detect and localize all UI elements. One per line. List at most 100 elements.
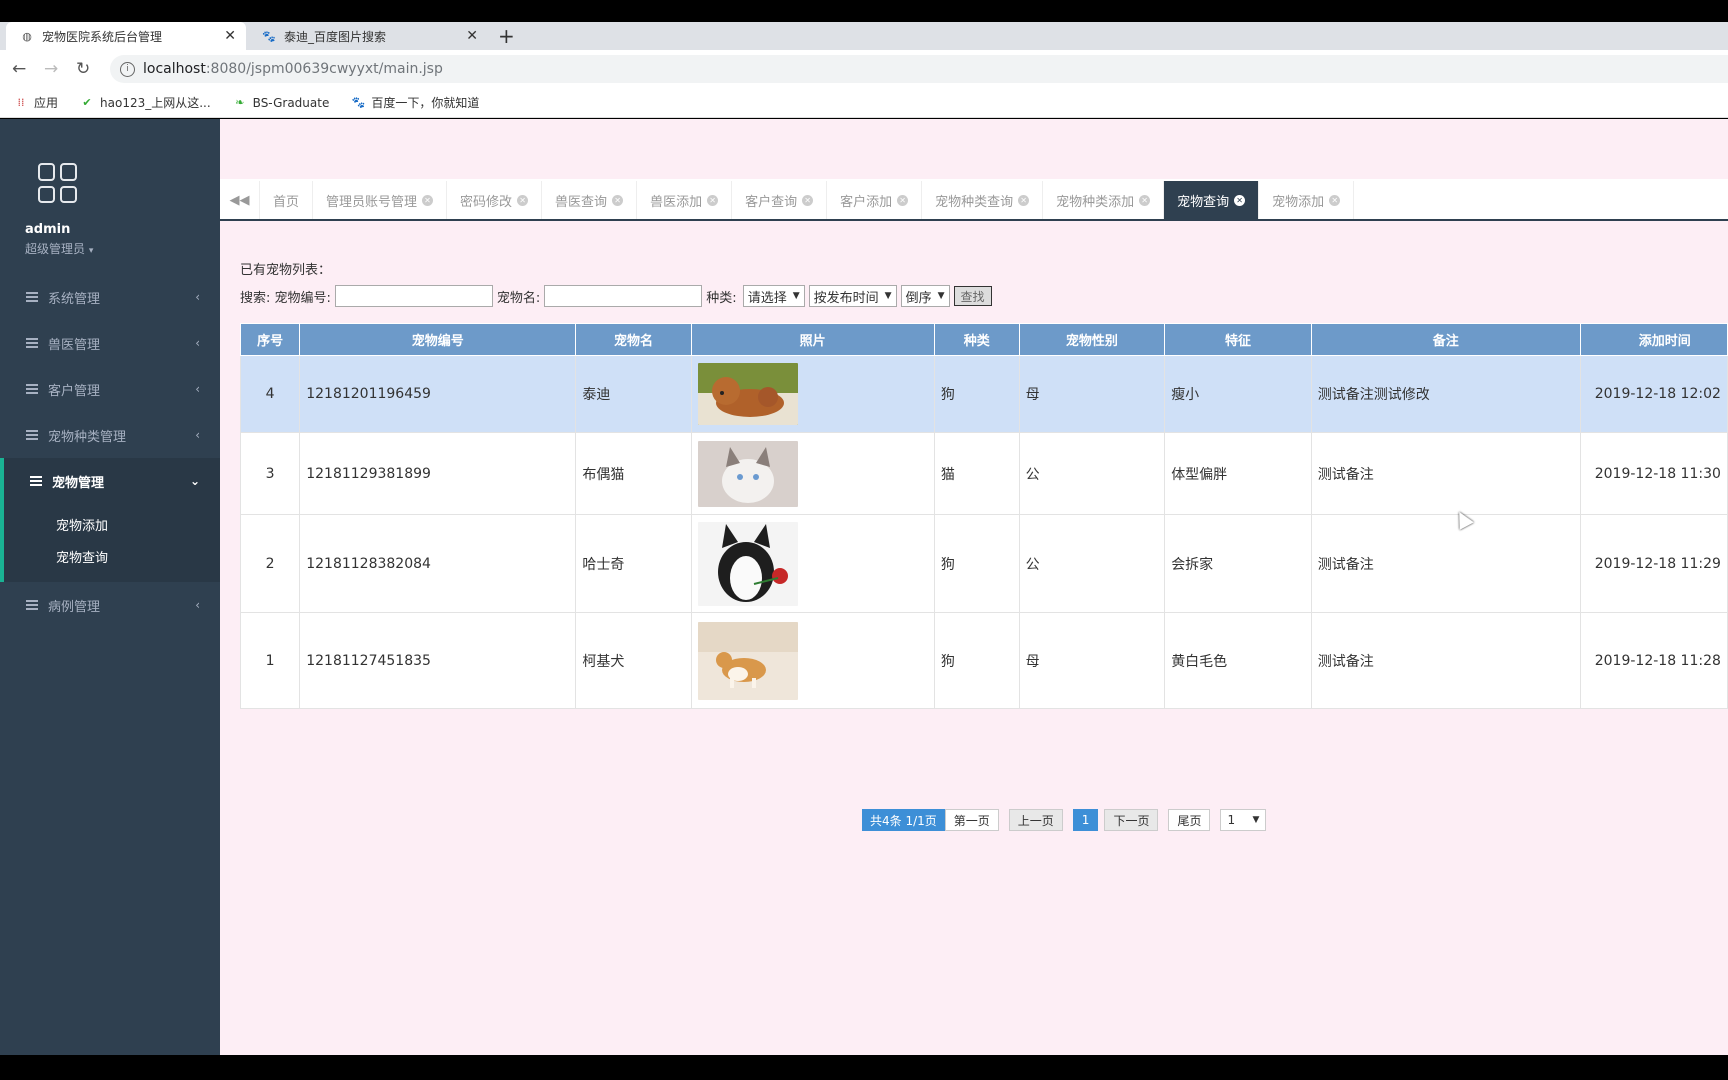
- tab-close-icon[interactable]: ✕: [1329, 194, 1341, 206]
- browser-tab[interactable]: 🐾 泰迪_百度图片搜索 ✕: [248, 22, 488, 50]
- tab-close-icon[interactable]: ✕: [707, 194, 719, 206]
- header-no[interactable]: 序号: [239, 323, 301, 356]
- forward-arrow-icon[interactable]: →: [44, 59, 58, 79]
- cell-time: 2019-12-18 11:28: [1579, 612, 1728, 709]
- tab-password[interactable]: 密码修改 ✕: [447, 181, 543, 219]
- search-button[interactable]: 查找: [953, 286, 992, 306]
- tab-pet-query[interactable]: 宠物查询 ✕: [1164, 181, 1260, 219]
- header-note[interactable]: 备注: [1310, 323, 1581, 356]
- type-select[interactable]: 请选择 ▼: [742, 285, 805, 307]
- sidebar-item-pets[interactable]: 宠物管理 ⌄: [0, 458, 220, 504]
- tab-close-icon[interactable]: ✕: [897, 194, 909, 206]
- tab-pet-type-add[interactable]: 宠物种类添加 ✕: [1043, 181, 1165, 219]
- sidebar-item-cases[interactable]: 病例管理 ‹: [0, 582, 220, 628]
- table-row[interactable]: 2 12181128382084 哈士奇 狗 公 会拆家 测试备注 2019-1…: [239, 514, 1728, 613]
- page-1-button[interactable]: 1: [1072, 809, 1099, 831]
- last-page-button[interactable]: 尾页: [1168, 809, 1211, 831]
- order-select-value: 倒序: [905, 290, 932, 306]
- sidebar-item-label: 病例管理: [48, 599, 101, 615]
- tab-pet-add[interactable]: 宠物添加 ✕: [1259, 181, 1355, 219]
- tab-close-icon[interactable]: ✕: [1018, 194, 1030, 206]
- sort-select[interactable]: 按发布时间 ▼: [808, 285, 897, 307]
- pet-photo-husky[interactable]: [697, 521, 798, 606]
- list-icon: [26, 384, 38, 394]
- header-name[interactable]: 宠物名: [575, 323, 692, 356]
- bookmark-bs-graduate[interactable]: ❧ BS-Graduate: [233, 96, 329, 110]
- pagination: 共4条 1/1页 第一页 上一页 1 下一页 尾页 1 ▼: [862, 809, 1267, 831]
- tab-close-icon[interactable]: ✕: [422, 194, 434, 206]
- pet-photo-corgi[interactable]: [697, 621, 798, 700]
- cell-time: 2019-12-18 11:29: [1579, 514, 1728, 613]
- tab-customer-query[interactable]: 客户查询 ✕: [732, 181, 828, 219]
- browser-tab-active[interactable]: ◍ 宠物医院系统后台管理 ✕: [6, 22, 246, 50]
- tab-close-icon[interactable]: ✕: [517, 194, 529, 206]
- close-icon[interactable]: ✕: [224, 28, 236, 44]
- header-code[interactable]: 宠物编号: [299, 323, 577, 356]
- sidebar-item-vets[interactable]: 兽医管理 ‹: [0, 320, 220, 366]
- tab-close-icon[interactable]: ✕: [802, 194, 814, 206]
- sidebar-item-label: 兽医管理: [48, 337, 101, 353]
- tab-label: 首页: [273, 194, 300, 210]
- table-row[interactable]: 3 12181129381899 布偶猫 猫 公 体型偏胖 测试备注 2019-…: [239, 432, 1728, 515]
- bookmark-baidu[interactable]: 🐾 百度一下，你就知道: [351, 94, 479, 111]
- type-label: 种类:: [706, 290, 737, 306]
- cell-code: 12181201196459: [299, 355, 577, 433]
- new-tab-icon[interactable]: +: [498, 24, 515, 48]
- pet-photo-ragdoll[interactable]: [697, 440, 798, 507]
- close-icon[interactable]: ✕: [466, 28, 478, 44]
- sidebar-item-pet-types[interactable]: 宠物种类管理 ‹: [0, 412, 220, 458]
- cell-name: 柯基犬: [575, 612, 692, 709]
- tab-close-icon[interactable]: ✕: [1139, 194, 1151, 206]
- bookmark-apps[interactable]: ⁞⁞ 应用: [14, 94, 59, 111]
- sidebar-item-customers[interactable]: 客户管理 ‹: [0, 366, 220, 412]
- cell-type: 狗: [933, 514, 1020, 613]
- caret-down-icon: ▼: [884, 291, 892, 301]
- tab-admin-accounts[interactable]: 管理员账号管理 ✕: [313, 181, 448, 219]
- caret-down-icon: ▾: [88, 246, 94, 256]
- header-time[interactable]: 添加时间: [1579, 323, 1728, 356]
- bookmark-hao123[interactable]: ✔ hao123_上网从这...: [80, 94, 211, 111]
- header-sex[interactable]: 宠物性别: [1018, 323, 1166, 356]
- bookmark-label: hao123_上网从这...: [100, 96, 211, 110]
- tabs-scroll-left-icon[interactable]: ◀◀: [220, 181, 260, 219]
- caret-down-icon: ▼: [792, 291, 800, 301]
- cell-note: 测试备注测试修改: [1310, 355, 1581, 433]
- prev-page-button[interactable]: 上一页: [1008, 809, 1063, 831]
- url-field[interactable]: i localhost:8080/jspm00639cwyyxt/main.js…: [110, 55, 1728, 83]
- cell-feature: 黄白毛色: [1164, 612, 1312, 709]
- tab-vet-add[interactable]: 兽医添加 ✕: [637, 181, 733, 219]
- tab-label: 客户添加: [840, 194, 893, 210]
- pet-name-input[interactable]: [544, 285, 703, 307]
- header-feature[interactable]: 特征: [1164, 323, 1312, 356]
- order-select[interactable]: 倒序 ▼: [900, 285, 950, 307]
- info-icon[interactable]: i: [120, 61, 135, 77]
- table-row[interactable]: 4 12181201196459 泰迪 狗 母 瘦小 测试备注测试修改 2019…: [239, 355, 1728, 433]
- header-photo[interactable]: 照片: [690, 323, 935, 356]
- sidebar-item-system[interactable]: 系统管理 ‹: [0, 274, 220, 320]
- first-page-button[interactable]: 第一页: [944, 809, 999, 831]
- pet-photo-poodle[interactable]: [697, 363, 798, 425]
- cell-no: 2: [239, 514, 301, 613]
- tab-pet-type-query[interactable]: 宠物种类查询 ✕: [922, 181, 1044, 219]
- tab-label: 宠物添加: [1272, 194, 1325, 210]
- tab-close-icon[interactable]: ✕: [612, 194, 624, 206]
- tab-home[interactable]: 首页: [260, 181, 314, 219]
- user-role-dropdown[interactable]: 超级管理员 ▾: [25, 240, 93, 257]
- tab-label: 管理员账号管理: [326, 194, 418, 210]
- table-row[interactable]: 1 12181127451835 柯基犬 狗 母 黄白毛色 测试备注 2019-…: [239, 612, 1728, 709]
- pet-code-input[interactable]: [334, 285, 493, 307]
- cell-name: 泰迪: [575, 355, 692, 433]
- header-type[interactable]: 种类: [933, 323, 1020, 356]
- hao123-icon: ✔: [82, 96, 92, 109]
- back-arrow-icon[interactable]: ←: [12, 59, 26, 79]
- browser-tab-title: 宠物医院系统后台管理: [42, 29, 163, 44]
- submenu-item-add-pet[interactable]: 宠物添加: [4, 508, 220, 540]
- reload-icon[interactable]: ↻: [76, 59, 90, 79]
- submenu-item-query-pet[interactable]: 宠物查询: [4, 540, 220, 572]
- caret-down-icon: ▼: [1252, 815, 1260, 825]
- tab-close-icon[interactable]: ✕: [1234, 194, 1246, 206]
- tab-vet-query[interactable]: 兽医查询 ✕: [542, 181, 638, 219]
- tab-customer-add[interactable]: 客户添加 ✕: [827, 181, 923, 219]
- page-select[interactable]: 1 ▼: [1220, 809, 1267, 831]
- next-page-button[interactable]: 下一页: [1104, 809, 1159, 831]
